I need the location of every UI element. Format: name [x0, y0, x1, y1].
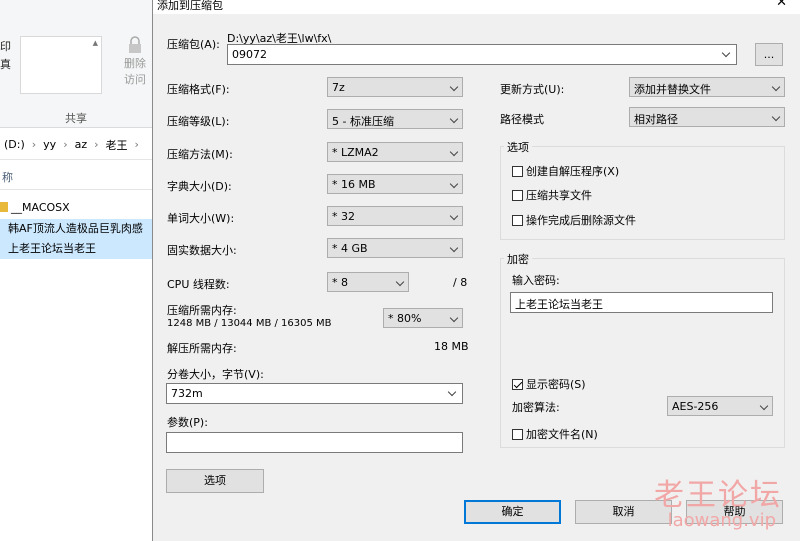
- chevron-down-icon: [395, 277, 405, 287]
- title-bar: 添加到压缩包 ✕: [153, 0, 800, 14]
- password-input[interactable]: 上老王论坛当老王: [510, 292, 773, 313]
- checkbox-icon: [512, 428, 523, 440]
- share-list-box[interactable]: ▲: [20, 36, 102, 94]
- share-group-label: 共享: [65, 112, 87, 125]
- watermark-title: 老王论坛: [654, 478, 782, 513]
- method-select[interactable]: * LZMA2: [327, 142, 463, 162]
- ok-button[interactable]: 确定: [464, 500, 561, 524]
- solid-label: 固实数据大小:: [167, 244, 237, 257]
- address-bar[interactable]: (D:) › yy › az › 老王 ›: [0, 130, 152, 160]
- encrypt-names-checkbox[interactable]: 加密文件名(N): [512, 426, 598, 442]
- chevron-down-icon: [759, 401, 769, 411]
- checkbox-icon: [512, 165, 523, 177]
- lock-icon: [129, 36, 141, 53]
- level-select[interactable]: 5 - 标准压缩: [327, 109, 463, 129]
- cpu-max: / 8: [453, 276, 468, 289]
- remove-access-button[interactable]: 删除 访问: [118, 36, 152, 88]
- mem-decomp-value: 18 MB: [434, 340, 469, 353]
- word-label: 单词大小(W):: [167, 212, 235, 225]
- mem-comp-label: 压缩所需内存:: [167, 304, 237, 317]
- cpu-label: CPU 线程数:: [167, 278, 230, 291]
- chevron-down-icon: [449, 147, 459, 157]
- level-label: 压缩等级(L):: [167, 115, 230, 128]
- scroll-up-icon[interactable]: ▲: [93, 39, 98, 47]
- dialog-title: 添加到压缩包: [157, 0, 223, 12]
- file-row[interactable]: __MACOSX: [0, 198, 152, 218]
- chevron-down-icon: [449, 243, 459, 253]
- folder-icon: [0, 202, 8, 212]
- split-label: 分卷大小，字节(V):: [167, 368, 264, 381]
- cpu-select[interactable]: * 8: [327, 272, 409, 292]
- mem-percent-select[interactable]: * 80%: [383, 308, 463, 328]
- checkbox-icon: [512, 214, 523, 226]
- add-to-archive-dialog: 添加到压缩包 ✕ 压缩包(A): D:\yy\az\老王\lw\fx\ 0907…: [152, 0, 800, 541]
- chevron-down-icon: [771, 112, 781, 122]
- shared-checkbox[interactable]: 压缩共享文件: [512, 187, 592, 203]
- breadcrumb-laowang[interactable]: 老王: [102, 137, 132, 153]
- encryption-group-title: 加密: [504, 251, 532, 267]
- chevron-right-icon: ›: [94, 138, 99, 151]
- archive-label: 压缩包(A):: [167, 38, 220, 51]
- watermark-url: laowang.vip: [667, 510, 776, 531]
- params-label: 参数(P):: [167, 416, 208, 429]
- archive-name-input[interactable]: 09072: [227, 44, 737, 65]
- chevron-down-icon[interactable]: [721, 48, 731, 58]
- mem-decomp-label: 解压所需内存:: [167, 342, 237, 355]
- chevron-down-icon: [449, 114, 459, 124]
- split-input[interactable]: 732m: [166, 383, 463, 404]
- dict-select[interactable]: * 16 MB: [327, 174, 463, 194]
- enc-method-label: 加密算法:: [512, 401, 560, 414]
- column-header-name[interactable]: 称: [0, 166, 152, 190]
- breadcrumb-az[interactable]: az: [71, 138, 92, 151]
- ribbon: 印 真 ▲ 删除 访问 共享: [0, 0, 152, 128]
- file-row[interactable]: 上老王论坛当老王: [0, 239, 152, 259]
- chevron-down-icon: [449, 179, 459, 189]
- checkbox-checked-icon: [512, 378, 523, 390]
- checkbox-icon: [512, 189, 523, 201]
- enc-method-select[interactable]: AES-256: [667, 396, 773, 416]
- breadcrumb-yy[interactable]: yy: [39, 138, 60, 151]
- chevron-down-icon: [449, 82, 459, 92]
- chevron-right-icon: ›: [134, 138, 139, 151]
- browse-button[interactable]: ...: [755, 43, 783, 66]
- chevron-right-icon: ›: [31, 138, 37, 151]
- method-label: 压缩方法(M):: [167, 148, 233, 161]
- update-select[interactable]: 添加并替换文件: [629, 77, 785, 97]
- format-label: 压缩格式(F):: [167, 83, 230, 96]
- chevron-down-icon: [449, 313, 459, 323]
- chevron-down-icon: [771, 82, 781, 92]
- update-label: 更新方式(U):: [500, 83, 565, 96]
- path-mode-label: 路径模式: [500, 113, 544, 126]
- file-row[interactable]: 韩AF顶流人造极品巨乳肉感: [0, 219, 152, 239]
- sfx-checkbox[interactable]: 创建自解压程序(X): [512, 163, 619, 179]
- close-icon[interactable]: ✕: [776, 0, 787, 10]
- dict-label: 字典大小(D):: [167, 180, 232, 193]
- path-mode-select[interactable]: 相对路径: [629, 107, 785, 127]
- solid-select[interactable]: * 4 GB: [327, 238, 463, 258]
- options-button[interactable]: 选项: [166, 469, 264, 493]
- word-select[interactable]: * 32: [327, 206, 463, 226]
- format-select[interactable]: 7z: [327, 77, 463, 97]
- options-group-title: 选项: [504, 139, 532, 155]
- ribbon-partial-label: 印 真: [0, 40, 11, 71]
- chevron-right-icon: ›: [63, 138, 68, 151]
- password-label: 输入密码:: [512, 274, 560, 287]
- chevron-down-icon: [449, 211, 459, 221]
- show-password-checkbox[interactable]: 显示密码(S): [512, 376, 586, 392]
- mem-comp-value: 1248 MB / 13044 MB / 16305 MB: [167, 318, 332, 329]
- delete-source-checkbox[interactable]: 操作完成后删除源文件: [512, 212, 636, 228]
- breadcrumb-drive[interactable]: (D:): [0, 138, 29, 151]
- chevron-down-icon[interactable]: [447, 387, 457, 397]
- params-input[interactable]: [166, 432, 463, 453]
